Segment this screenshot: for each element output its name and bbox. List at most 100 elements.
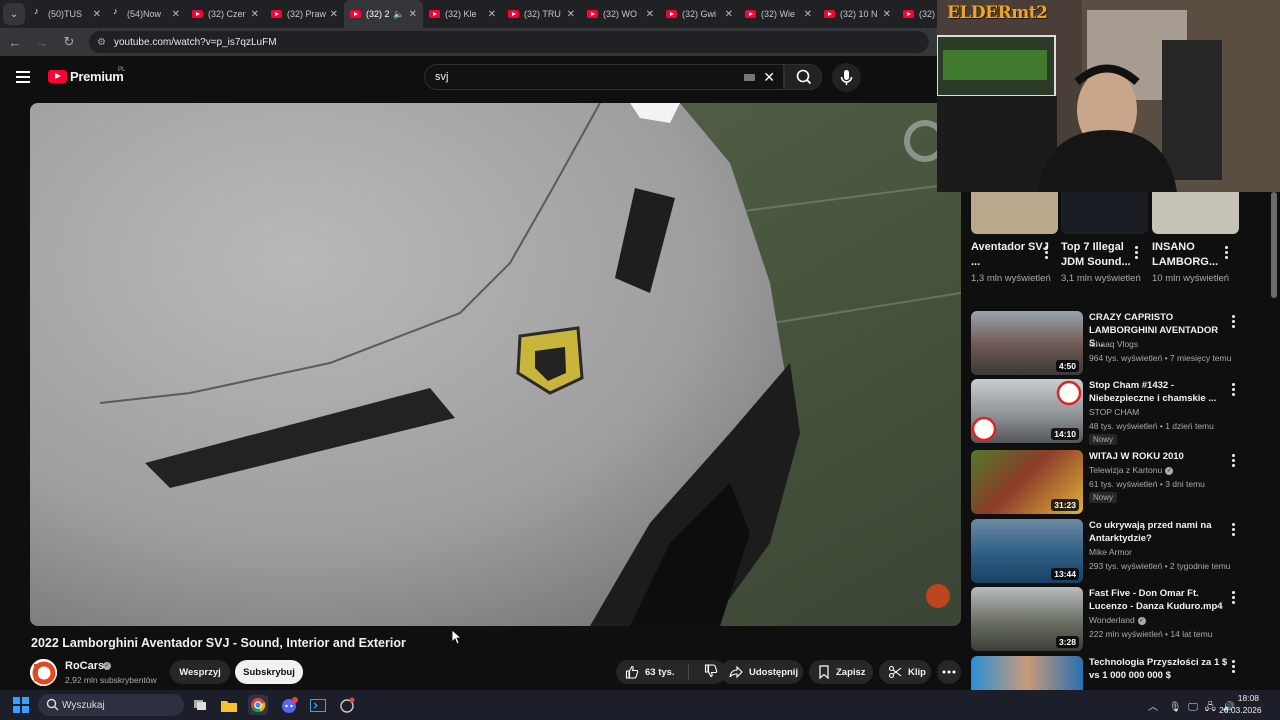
tab-search-button[interactable]: ⌄	[3, 3, 25, 25]
browser-tab[interactable]: (32) Wie ✕	[739, 0, 818, 28]
search-button[interactable]	[784, 64, 822, 90]
video-title-link[interactable]: Stop Cham #1432 - Niebezpieczne i chamsk…	[1089, 379, 1229, 405]
video-title-link[interactable]: Technologia Przyszłości za 1 $ vs 1 000 …	[1089, 656, 1229, 682]
browser-tab[interactable]: (32) 2 🔈 ✕	[344, 0, 423, 28]
video-title-link[interactable]: WITAJ W ROKU 2010	[1089, 450, 1229, 463]
discord-icon[interactable]	[279, 695, 299, 715]
close-tab-icon[interactable]: ✕	[251, 9, 259, 20]
browser-tab[interactable]: (32) TRU ✕	[502, 0, 581, 28]
more-vertical-icon[interactable]	[1232, 660, 1236, 675]
keyboard-icon[interactable]	[744, 74, 755, 81]
tab-audio-icon[interactable]: 🔈	[393, 9, 404, 20]
clear-search-icon[interactable]: ✕	[763, 69, 775, 86]
youtube-logo[interactable]: Premium PL	[48, 67, 125, 84]
browser-tab[interactable]: (54)Now ✕	[107, 0, 186, 28]
short-title[interactable]: Top 7 Illegal JDM Sound...	[1061, 240, 1141, 270]
elder-logo: ELDERmt2	[947, 3, 1048, 23]
close-tab-icon[interactable]: ✕	[330, 9, 338, 20]
dislike-button[interactable]	[704, 664, 718, 681]
recommended-video[interactable]: 13:44 Co ukrywają przed nami na Antarkty…	[971, 519, 1271, 583]
video-thumbnail[interactable]: 3:28	[971, 587, 1083, 651]
chevron-up-icon[interactable]: ︿	[1148, 702, 1158, 713]
video-channel[interactable]: Telewizja z Kartonu ✓	[1089, 465, 1174, 475]
monitor-icon[interactable]: 🖵	[1188, 702, 1198, 713]
support-button[interactable]: Wesprzyj	[170, 660, 230, 684]
clock-time[interactable]: 18:08	[1219, 693, 1259, 703]
close-tab-icon[interactable]: ✕	[804, 9, 812, 20]
sidebar-scrollbar[interactable]	[1271, 192, 1277, 298]
task-view-icon[interactable]	[190, 695, 210, 715]
short-title[interactable]: INSANO LAMBORG...	[1152, 240, 1232, 270]
share-button[interactable]: Udostępnij	[720, 660, 803, 684]
video-thumbnail[interactable]: 14:10	[971, 379, 1083, 443]
network-icon[interactable]: 🖧	[1205, 702, 1216, 713]
short-thumbnail[interactable]	[1152, 192, 1239, 234]
browser-tab[interactable]: (32) Gwi ✕	[660, 0, 739, 28]
back-button[interactable]: ←	[3, 35, 27, 50]
windows-start-icon[interactable]	[13, 697, 29, 713]
clip-button[interactable]: Klip	[879, 660, 931, 684]
recommended-video[interactable]: Technologia Przyszłości za 1 $ vs 1 000 …	[971, 656, 1271, 690]
clock-date[interactable]: 26.03.2026	[1219, 705, 1262, 715]
browser-tab[interactable]: (32) WO ✕	[581, 0, 660, 28]
browser-tab[interactable]: (32) Praw ✕	[265, 0, 344, 28]
site-info-icon[interactable]: ⚙	[97, 37, 106, 48]
close-tab-icon[interactable]: ✕	[567, 9, 575, 20]
recommended-video[interactable]: 3:28 Fast Five - Don Omar Ft. Lucenzo - …	[971, 587, 1271, 651]
short-thumbnail[interactable]	[971, 192, 1058, 234]
video-channel[interactable]: Wonderland ✓	[1089, 615, 1146, 625]
close-tab-icon[interactable]: ✕	[172, 9, 180, 20]
more-vertical-icon[interactable]	[1225, 246, 1229, 261]
close-tab-icon[interactable]: ✕	[646, 9, 654, 20]
short-title[interactable]: Aventador SVJ ...	[971, 240, 1051, 270]
short-thumbnail[interactable]	[1061, 192, 1148, 234]
more-vertical-icon[interactable]	[1232, 591, 1236, 606]
menu-icon[interactable]	[16, 71, 30, 83]
video-channel[interactable]: Ishaaq Vlogs	[1089, 339, 1138, 349]
video-thumbnail[interactable]: 13:44	[971, 519, 1083, 583]
close-tab-icon[interactable]: ✕	[409, 9, 417, 20]
close-tab-icon[interactable]: ✕	[93, 9, 101, 20]
taskbar-search[interactable]: Wyszukaj	[38, 694, 184, 716]
video-title-link[interactable]: Co ukrywają przed nami na Antarktydzie?	[1089, 519, 1229, 545]
more-vertical-icon[interactable]	[1045, 246, 1049, 261]
file-explorer-icon[interactable]	[219, 695, 239, 715]
app-icon[interactable]	[337, 695, 357, 715]
video-thumbnail[interactable]: 31:23	[971, 450, 1083, 514]
forward-button[interactable]: →	[30, 35, 54, 50]
more-vertical-icon[interactable]	[1135, 246, 1139, 261]
more-vertical-icon[interactable]	[1232, 523, 1236, 538]
video-channel[interactable]: Mike Armor	[1089, 547, 1132, 557]
more-vertical-icon[interactable]	[1232, 315, 1236, 330]
close-tab-icon[interactable]: ✕	[488, 9, 496, 20]
browser-tab[interactable]: (32) Czer ✕	[186, 0, 265, 28]
video-player[interactable]	[30, 103, 961, 626]
address-bar[interactable]: ⚙ youtube.com/watch?v=p_is7qzLuFM	[89, 31, 929, 53]
video-thumbnail[interactable]	[971, 656, 1083, 690]
recommended-video[interactable]: 31:23 WITAJ W ROKU 2010 Telewizja z Kart…	[971, 450, 1271, 514]
video-channel[interactable]: STOP CHAM	[1089, 407, 1139, 417]
chrome-icon[interactable]	[248, 695, 268, 715]
channel-name[interactable]: RoCars	[65, 660, 104, 672]
video-title-link[interactable]: Fast Five - Don Omar Ft. Lucenzo - Danza…	[1089, 587, 1229, 613]
save-button[interactable]: Zapisz	[809, 660, 873, 684]
video-thumbnail[interactable]: 4:50	[971, 311, 1083, 375]
more-actions-button[interactable]	[937, 660, 961, 684]
browser-tab[interactable]: (32) Kle ✕	[423, 0, 502, 28]
close-tab-icon[interactable]: ✕	[883, 9, 891, 20]
microphone-icon[interactable]: 🎙	[1169, 702, 1182, 713]
reload-button[interactable]: ↻	[57, 34, 81, 50]
browser-tab[interactable]: (32) 10 N ✕	[818, 0, 897, 28]
voice-search-button[interactable]	[832, 63, 861, 92]
recommended-video[interactable]: 14:10 Stop Cham #1432 - Niebezpieczne i …	[971, 379, 1271, 445]
channel-avatar[interactable]	[30, 659, 57, 686]
subscribe-button[interactable]: Subskrybuj	[235, 660, 303, 684]
close-tab-icon[interactable]: ✕	[725, 9, 733, 20]
browser-tab[interactable]: (50)TUS ✕	[28, 0, 107, 28]
more-vertical-icon[interactable]	[1232, 383, 1236, 398]
more-vertical-icon[interactable]	[1232, 454, 1236, 469]
like-button[interactable]: 63 tys.	[616, 660, 726, 684]
search-input[interactable]: svj ✕	[424, 64, 784, 90]
terminal-app-icon[interactable]	[308, 695, 328, 715]
recommended-video[interactable]: 4:50 CRAZY CAPRISTO LAMBORGHINI AVENTADO…	[971, 311, 1271, 375]
